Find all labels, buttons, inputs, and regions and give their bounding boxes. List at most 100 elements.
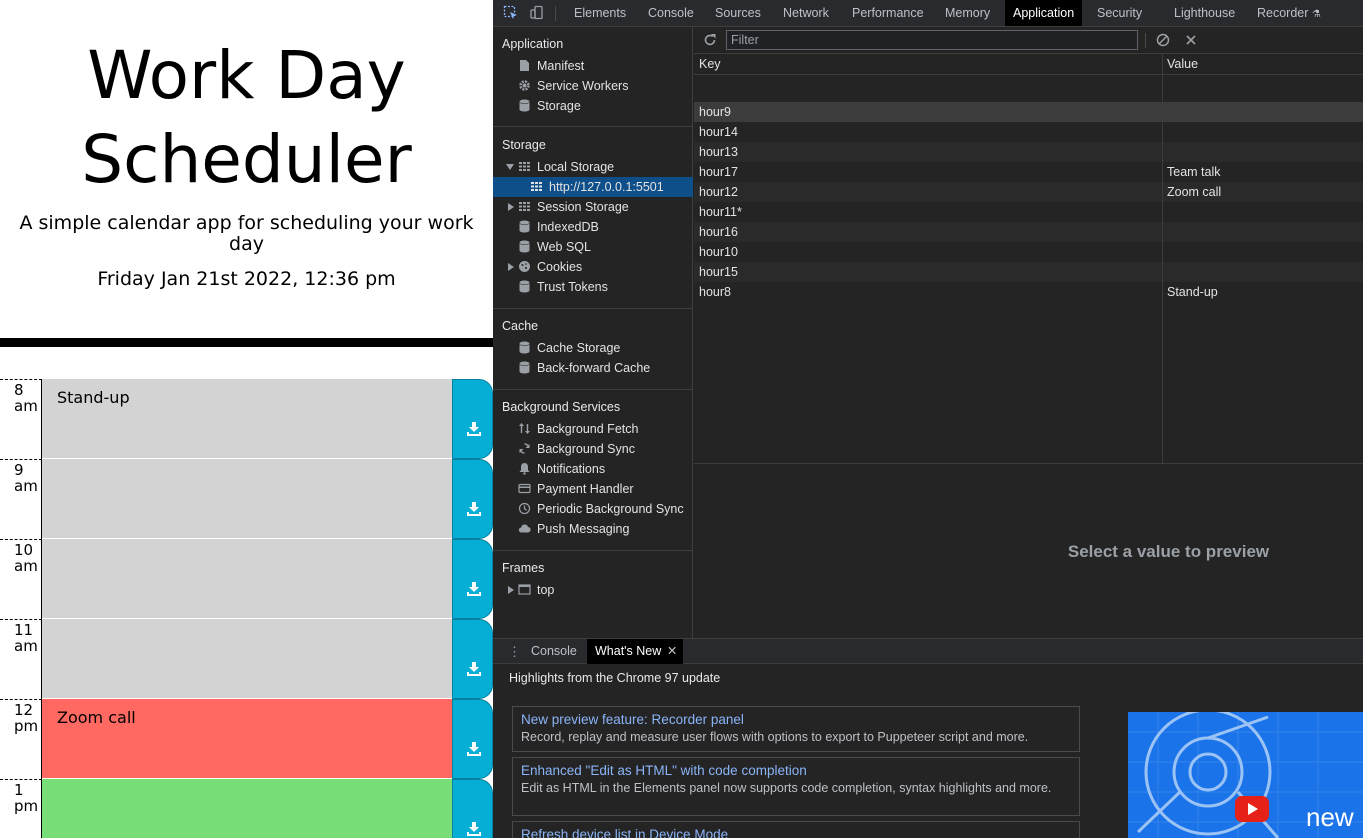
- database-icon: [519, 361, 530, 374]
- table-row[interactable]: hour9: [694, 102, 1363, 122]
- expanded-caret-icon: [506, 164, 514, 170]
- tab-console[interactable]: Console: [640, 0, 702, 26]
- more-options-icon[interactable]: ⋮: [508, 645, 521, 658]
- local-storage-table: Key Value hour9 hour14 hour13 hour17 Team…: [694, 54, 1363, 464]
- drawer-tab-whats-new[interactable]: What's New ✕: [587, 639, 684, 664]
- save-button[interactable]: [452, 539, 493, 619]
- feature-card-title[interactable]: Enhanced "Edit as HTML" with code comple…: [521, 762, 1071, 779]
- event-description[interactable]: Zoom call: [42, 699, 452, 779]
- table-header: Key Value: [694, 54, 1363, 75]
- section-frames: Frames: [502, 561, 545, 575]
- table-row[interactable]: hour8 Stand-up: [694, 282, 1363, 302]
- filter-input[interactable]: [726, 30, 1138, 50]
- database-icon: [519, 240, 530, 253]
- tab-elements[interactable]: Elements: [566, 0, 634, 26]
- save-icon: [467, 662, 481, 676]
- sidebar-item-notifications[interactable]: Notifications: [493, 459, 693, 479]
- save-button[interactable]: [452, 379, 493, 459]
- whats-new-video-thumbnail[interactable]: new: [1128, 712, 1363, 838]
- feature-card-title[interactable]: Refresh device list in Device Mode: [521, 826, 1071, 838]
- value-preview: Select a value to preview: [1067, 541, 1270, 561]
- sidebar-item-web-sql[interactable]: Web SQL: [493, 237, 693, 257]
- sidebar-item-cookies[interactable]: Cookies: [493, 257, 693, 277]
- time-blocks: 8 am Stand-up 9 am 10 am 11 am 12 pm Zoo…: [0, 379, 493, 838]
- sidebar-item-push-messaging[interactable]: Push Messaging: [493, 519, 693, 539]
- save-button[interactable]: [452, 459, 493, 539]
- event-description[interactable]: [42, 779, 452, 838]
- promo-text: new: [1306, 802, 1354, 832]
- key-column-header[interactable]: Key: [699, 57, 721, 71]
- storage-pane: Key Value hour9 hour14 hour13 hour17Team…: [694, 27, 1363, 638]
- sidebar-item-cache-storage[interactable]: Cache Storage: [493, 338, 693, 358]
- sidebar-item-payment-handler[interactable]: Payment Handler: [493, 479, 693, 499]
- sidebar-item-local-storage[interactable]: Local Storage: [493, 157, 693, 177]
- event-description[interactable]: [42, 619, 452, 699]
- sidebar-item-background-fetch[interactable]: Background Fetch: [493, 419, 693, 439]
- column-divider[interactable]: [1162, 54, 1163, 464]
- save-button[interactable]: [452, 619, 493, 699]
- table-row[interactable]: hour10: [694, 242, 1363, 262]
- event-description[interactable]: Stand-up: [42, 379, 452, 459]
- save-icon: [467, 422, 481, 436]
- tab-application[interactable]: Application: [1005, 0, 1083, 26]
- save-button[interactable]: [452, 779, 493, 838]
- sidebar-item-manifest[interactable]: Manifest: [493, 56, 693, 76]
- section-background-services: Background Services: [502, 400, 621, 414]
- sidebar-item-background-sync[interactable]: Background Sync: [493, 439, 693, 459]
- sidebar-item-indexeddb[interactable]: IndexedDB: [493, 217, 693, 237]
- sidebar-item-back-forward-cache[interactable]: Back-forward Cache: [493, 358, 693, 378]
- youtube-play-icon[interactable]: [1235, 796, 1269, 822]
- frame-icon: [518, 584, 531, 595]
- tab-lighthouse[interactable]: Lighthouse: [1166, 0, 1243, 26]
- event-description[interactable]: [42, 459, 452, 539]
- tab-performance[interactable]: Performance: [844, 0, 932, 26]
- sidebar-item-frame-top[interactable]: top: [493, 580, 693, 600]
- tab-recorder[interactable]: Recorder ⚗: [1249, 0, 1329, 26]
- sidebar-item-trust-tokens[interactable]: Trust Tokens: [493, 277, 693, 297]
- tab-network[interactable]: Network: [775, 0, 837, 26]
- table-row[interactable]: hour11*: [694, 202, 1363, 222]
- drawer-tab-bar: ⋮ Console What's New ✕: [493, 638, 1363, 664]
- feature-card[interactable]: Refresh device list in Device Mode: [512, 821, 1080, 838]
- table-row[interactable]: hour12 Zoom call: [694, 182, 1363, 202]
- refresh-icon[interactable]: [703, 33, 717, 47]
- tab-sources[interactable]: Sources: [707, 0, 769, 26]
- database-icon: [519, 99, 530, 112]
- tab-security[interactable]: Security: [1089, 0, 1150, 26]
- sidebar-item-service-workers[interactable]: Service Workers: [493, 76, 693, 96]
- hour-label: 8 am: [0, 379, 42, 459]
- database-icon: [519, 341, 530, 354]
- feature-card[interactable]: Enhanced "Edit as HTML" with code comple…: [512, 757, 1080, 816]
- sidebar-item-localhost-5501[interactable]: http://127.0.0.1:5501: [493, 177, 693, 197]
- document-icon: [520, 60, 529, 71]
- time-block-row: 1 pm: [0, 779, 493, 838]
- section-storage: Storage: [502, 138, 546, 152]
- clear-all-icon[interactable]: [1156, 33, 1170, 47]
- flask-icon: ⚗: [1311, 9, 1321, 20]
- time-block-row: 10 am: [0, 539, 493, 619]
- event-description[interactable]: [42, 539, 452, 619]
- tab-memory[interactable]: Memory: [937, 0, 998, 26]
- save-button[interactable]: [452, 699, 493, 779]
- feature-card-title[interactable]: New preview feature: Recorder panel: [521, 711, 1071, 728]
- table-row[interactable]: hour13: [694, 142, 1363, 162]
- sidebar-item-storage[interactable]: Storage: [493, 96, 693, 116]
- up-down-arrows-icon: [519, 423, 530, 434]
- close-icon[interactable]: ✕: [667, 639, 677, 664]
- inspect-element-icon[interactable]: [503, 5, 519, 21]
- table-row[interactable]: hour15: [694, 262, 1363, 282]
- table-row[interactable]: hour17 Team talk: [694, 162, 1363, 182]
- sidebar-item-periodic-background-sync[interactable]: Periodic Background Sync: [493, 499, 693, 519]
- delete-selected-icon[interactable]: [1184, 33, 1198, 47]
- feature-card[interactable]: New preview feature: Recorder panel Reco…: [512, 706, 1080, 752]
- table-row[interactable]: hour14: [694, 122, 1363, 142]
- sidebar-item-session-storage[interactable]: Session Storage: [493, 197, 693, 217]
- title-line-2: Scheduler: [81, 121, 412, 198]
- drawer-tab-console[interactable]: Console: [523, 639, 585, 664]
- time-block-row: 12 pm Zoom call: [0, 699, 493, 779]
- value-column-header[interactable]: Value: [1167, 57, 1198, 71]
- device-toolbar-icon[interactable]: [529, 5, 545, 21]
- save-icon: [467, 822, 481, 836]
- table-row[interactable]: hour16: [694, 222, 1363, 242]
- application-sidebar: Application Manifest Service Workers Sto…: [493, 27, 693, 638]
